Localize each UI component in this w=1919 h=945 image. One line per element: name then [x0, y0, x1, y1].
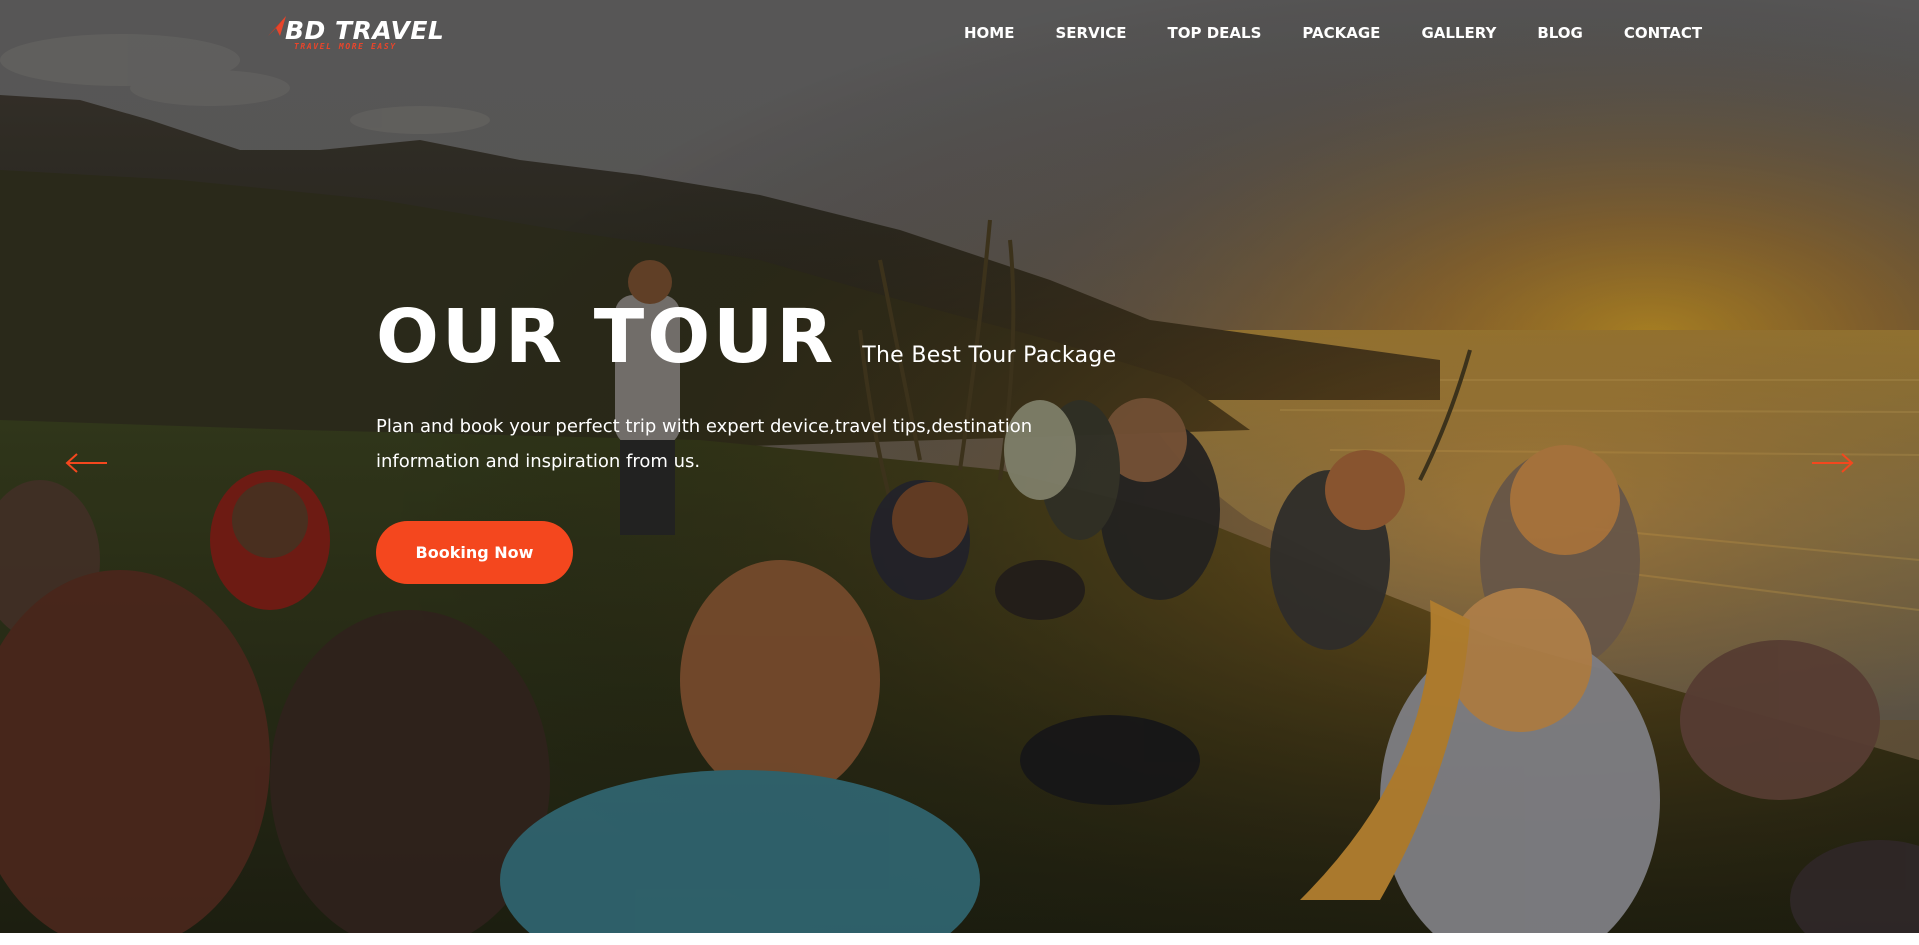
brand-name: BD TRAVEL — [285, 16, 445, 45]
nav-item-contact[interactable]: CONTACT — [1624, 22, 1702, 44]
nav-item-gallery[interactable]: GALLERY — [1421, 22, 1496, 44]
brand-logo[interactable]: BD TRAVEL TRAVEL MORE EASY — [266, 10, 444, 54]
main-nav: HOME SERVICE TOP DEALS PACKAGE GALLERY B… — [964, 22, 1702, 44]
nav-item-home[interactable]: HOME — [964, 22, 1014, 44]
hero-subtitle: The Best Tour Package — [862, 343, 1117, 368]
booking-now-button[interactable]: Booking Now — [376, 521, 573, 584]
nav-item-service[interactable]: SERVICE — [1055, 22, 1126, 44]
nav-item-blog[interactable]: BLOG — [1537, 22, 1583, 44]
nav-item-top-deals[interactable]: TOP DEALS — [1168, 22, 1262, 44]
hero-slider: BD TRAVEL TRAVEL MORE EASY HOME SERVICE … — [0, 0, 1919, 933]
nav-item-package[interactable]: PACKAGE — [1302, 22, 1380, 44]
brand-tagline: TRAVEL MORE EASY — [294, 42, 397, 51]
arrow-right-icon[interactable] — [1810, 452, 1854, 474]
hero-description: Plan and book your perfect trip with exp… — [376, 416, 1033, 472]
hero-title: OUR TOUR — [376, 294, 837, 380]
arrow-left-icon[interactable] — [65, 452, 109, 474]
hero-headline: OUR TOUR The Best Tour Package — [376, 292, 1116, 382]
